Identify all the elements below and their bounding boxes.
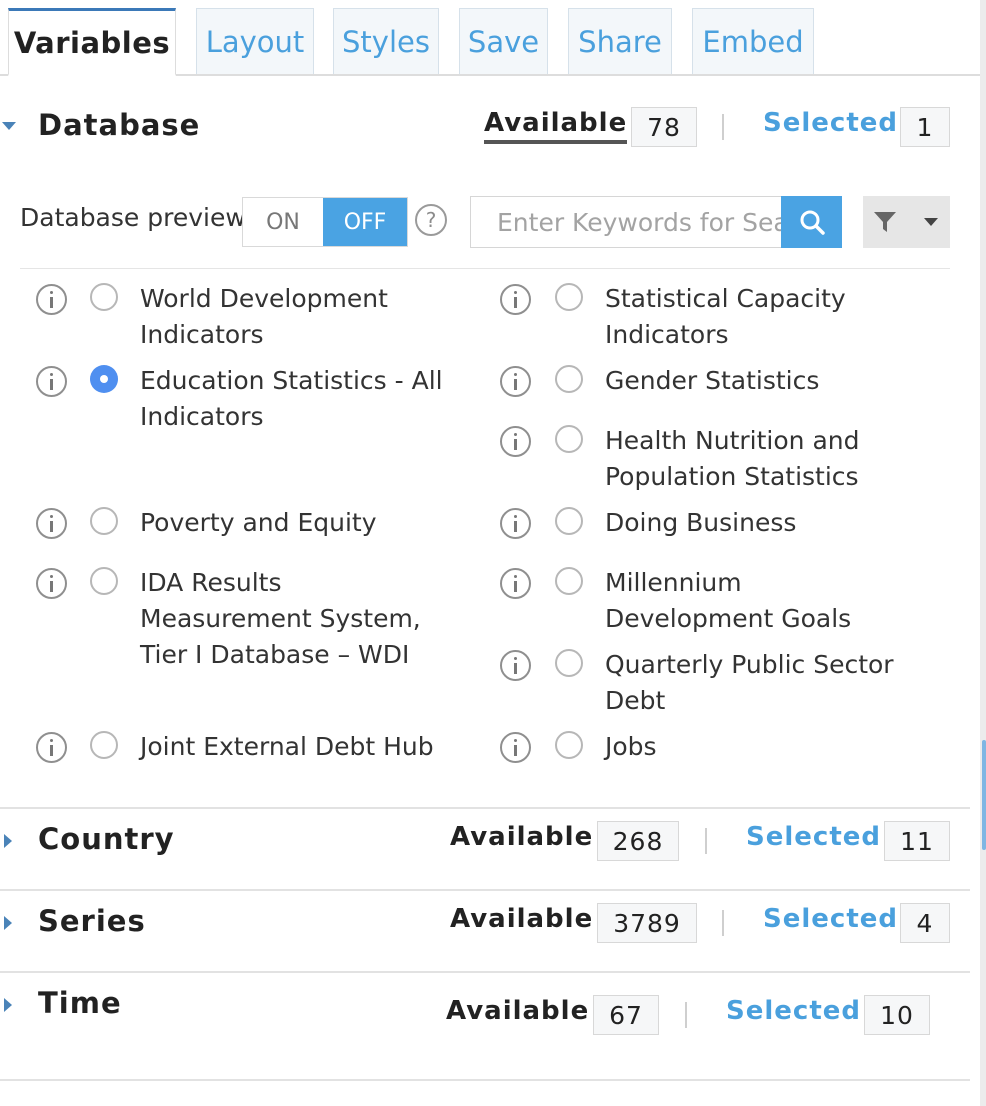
database-option-label[interactable]: Statistical Capacity Indicators — [605, 281, 905, 353]
database-option-label[interactable]: IDA Results Measurement System, Tier I D… — [140, 565, 440, 673]
country-selected-tab[interactable]: Selected — [746, 822, 881, 852]
search-button[interactable] — [781, 196, 842, 248]
tab-layout[interactable]: Layout — [196, 8, 314, 74]
tab-save[interactable]: Save — [459, 8, 548, 74]
database-search-input[interactable] — [470, 196, 782, 248]
info-icon[interactable] — [500, 508, 531, 539]
series-available-count: 3789 — [597, 903, 697, 943]
series-available-tab[interactable]: Available — [450, 904, 593, 934]
country-title[interactable]: Country — [38, 822, 175, 856]
time-selected-count: 10 — [864, 995, 930, 1035]
filter-icon — [874, 212, 896, 232]
caret-right-icon[interactable] — [4, 834, 13, 848]
time-title[interactable]: Time — [38, 986, 122, 1020]
series-selected-count: 4 — [900, 903, 950, 943]
separator — [722, 910, 724, 936]
chevron-down-icon — [924, 217, 938, 226]
info-icon[interactable] — [36, 568, 67, 599]
divider — [20, 268, 950, 269]
filter-dropdown-button[interactable] — [863, 196, 950, 248]
info-icon[interactable] — [36, 508, 67, 539]
tab-bar: Variables Layout Styles Save Share Embed — [0, 0, 980, 76]
database-option-label[interactable]: Education Statistics - All Indicators — [140, 363, 470, 435]
info-icon[interactable] — [500, 650, 531, 681]
country-selected-count: 11 — [884, 821, 950, 861]
database-option-label[interactable]: Millennium Development Goals — [605, 565, 875, 637]
database-option-label[interactable]: Gender Statistics — [605, 363, 905, 399]
radio-doing-business[interactable] — [555, 507, 583, 535]
database-selected-count: 1 — [900, 107, 950, 147]
info-icon[interactable] — [500, 732, 531, 763]
separator — [705, 828, 707, 854]
radio-health-nutrition-population[interactable] — [555, 425, 583, 453]
divider — [0, 1079, 970, 1081]
separator — [685, 1002, 687, 1028]
scrollbar-thumb[interactable] — [982, 740, 986, 850]
country-available-tab[interactable]: Available — [450, 822, 593, 852]
database-option-label[interactable]: Jobs — [605, 729, 905, 765]
series-selected-tab[interactable]: Selected — [763, 904, 898, 934]
radio-millennium-development-goals[interactable] — [555, 567, 583, 595]
radio-jobs[interactable] — [555, 731, 583, 759]
country-available-count: 268 — [597, 821, 679, 861]
radio-poverty-and-equity[interactable] — [90, 507, 118, 535]
series-title[interactable]: Series — [38, 904, 146, 938]
radio-world-development-indicators[interactable] — [90, 283, 118, 311]
radio-statistical-capacity-indicators[interactable] — [555, 283, 583, 311]
database-option-label[interactable]: Poverty and Equity — [140, 505, 470, 541]
database-preview-toggle[interactable]: ON OFF — [242, 197, 408, 247]
info-icon[interactable] — [500, 426, 531, 457]
scrollbar-track[interactable] — [980, 0, 986, 1106]
database-option-label[interactable]: Health Nutrition and Population Statisti… — [605, 423, 905, 495]
info-icon[interactable] — [500, 284, 531, 315]
database-option-label[interactable]: Doing Business — [605, 505, 905, 541]
database-available-count: 78 — [631, 107, 697, 147]
toggle-on-option[interactable]: ON — [243, 198, 323, 246]
info-icon[interactable] — [500, 366, 531, 397]
info-icon[interactable] — [36, 732, 67, 763]
caret-right-icon[interactable] — [4, 998, 13, 1012]
info-icon[interactable] — [36, 284, 67, 315]
caret-down-icon[interactable] — [2, 122, 16, 131]
database-preview-label: Database preview — [20, 203, 246, 232]
database-available-tab[interactable]: Available — [484, 108, 628, 144]
radio-education-statistics[interactable] — [90, 365, 118, 393]
tab-styles[interactable]: Styles — [333, 8, 439, 74]
radio-joint-external-debt-hub[interactable] — [90, 731, 118, 759]
info-icon[interactable] — [36, 366, 67, 397]
radio-ida-results[interactable] — [90, 567, 118, 595]
tab-variables[interactable]: Variables — [8, 8, 176, 76]
database-option-label[interactable]: Joint External Debt Hub — [140, 729, 470, 765]
radio-quarterly-public-sector-debt[interactable] — [555, 649, 583, 677]
database-option-label[interactable]: Quarterly Public Sector Debt — [605, 647, 905, 719]
info-icon[interactable] — [500, 568, 531, 599]
time-available-tab[interactable]: Available — [446, 996, 589, 1026]
toggle-off-option[interactable]: OFF — [323, 198, 407, 246]
time-available-count: 67 — [593, 995, 659, 1035]
database-title[interactable]: Database — [38, 108, 200, 142]
time-selected-tab[interactable]: Selected — [726, 996, 861, 1026]
search-icon — [800, 210, 825, 235]
divider — [0, 971, 970, 973]
database-option-label[interactable]: World Development Indicators — [140, 281, 470, 353]
divider — [0, 889, 970, 891]
help-icon[interactable]: ? — [415, 204, 447, 236]
tab-embed[interactable]: Embed — [692, 8, 814, 74]
caret-right-icon[interactable] — [4, 916, 13, 930]
database-selected-tab[interactable]: Selected — [763, 108, 898, 138]
divider — [0, 807, 970, 809]
tab-share[interactable]: Share — [568, 8, 672, 74]
separator — [722, 114, 724, 140]
radio-gender-statistics[interactable] — [555, 365, 583, 393]
